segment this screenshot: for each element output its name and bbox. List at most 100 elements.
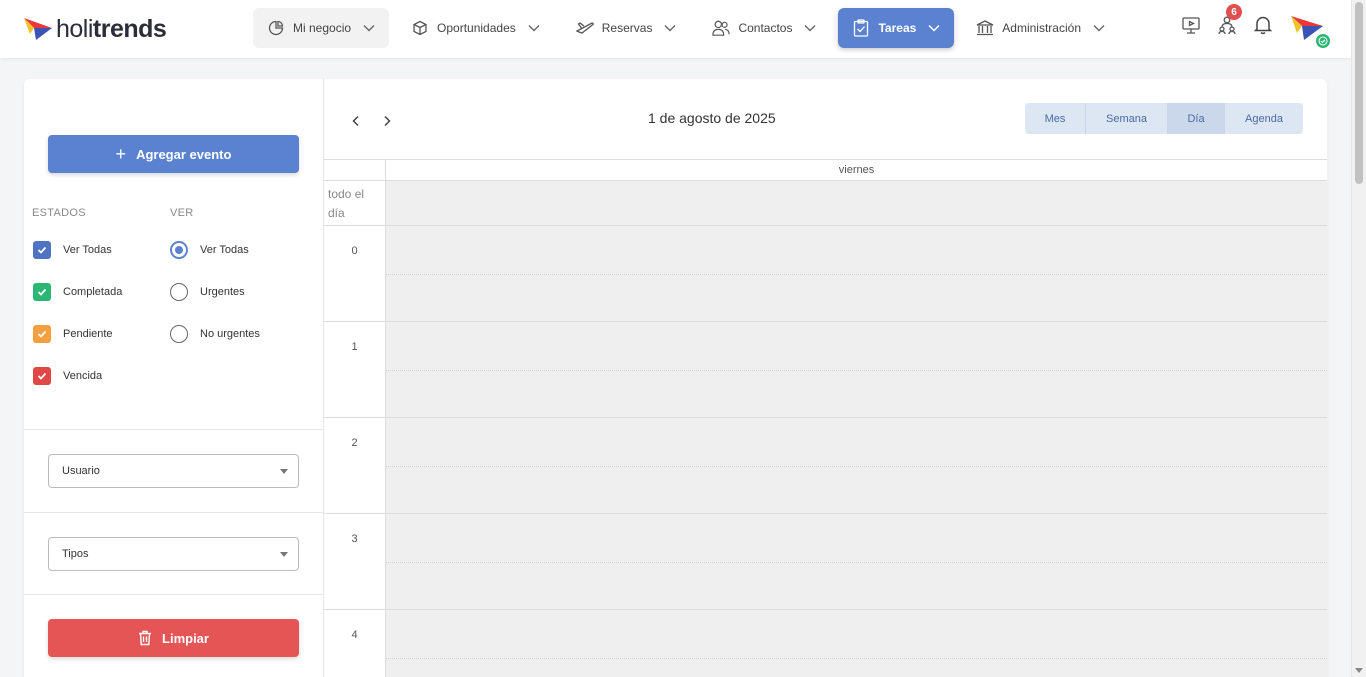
view-day-button[interactable]: Día xyxy=(1168,103,1225,134)
view-label: Urgentes xyxy=(200,286,245,298)
view-title: VER xyxy=(170,207,194,219)
view-option-all[interactable]: Ver Todas xyxy=(170,241,249,259)
radio-icon[interactable] xyxy=(170,283,188,301)
user-select[interactable]: Usuario xyxy=(48,454,299,488)
state-label: Pendiente xyxy=(63,328,113,340)
chevron-down-icon xyxy=(528,25,540,32)
chevron-left-icon xyxy=(352,115,359,127)
nav-label: Oportunidades xyxy=(437,21,516,35)
chevron-down-icon xyxy=(1093,25,1105,32)
nav-oportunidades[interactable]: Oportunidades xyxy=(397,8,554,48)
filter-sidebar: + Agregar evento ESTADOS VER Ver Todas C… xyxy=(24,79,324,677)
state-option-overdue[interactable]: Vencida xyxy=(33,367,102,385)
bell-icon xyxy=(1254,16,1272,35)
view-option-urgent[interactable]: Urgentes xyxy=(170,283,245,301)
online-status-icon xyxy=(1314,32,1332,50)
holitrends-logo[interactable]: holitrends xyxy=(24,14,167,44)
add-event-label: Agregar evento xyxy=(136,146,232,162)
view-agenda-button[interactable]: Agenda xyxy=(1225,103,1303,134)
radio-selected-icon[interactable] xyxy=(170,241,188,259)
team-notifications-button[interactable]: 6 xyxy=(1216,4,1242,36)
radio-icon[interactable] xyxy=(170,325,188,343)
checkbox-checked-icon[interactable] xyxy=(33,325,51,343)
bell-button[interactable] xyxy=(1252,14,1274,36)
page-scrollbar[interactable] xyxy=(1351,0,1366,677)
hour-row: 3 xyxy=(324,514,1327,610)
users-icon xyxy=(712,19,731,37)
state-label: Vencida xyxy=(63,370,103,382)
time-slot[interactable] xyxy=(386,226,1327,321)
state-option-pending[interactable]: Pendiente xyxy=(33,325,113,343)
calendar-date-title: 1 de agosto de 2025 xyxy=(648,110,776,126)
all-day-row: todo el día xyxy=(324,181,1327,226)
nav-label: Tareas xyxy=(878,21,917,35)
calendar-view: 1 de agosto de 2025 Mes Semana Día Agend… xyxy=(324,79,1327,677)
nav-label: Contactos xyxy=(738,21,793,35)
state-label: Completada xyxy=(63,286,123,298)
hour-label: 4 xyxy=(324,610,386,677)
time-slot[interactable] xyxy=(386,610,1327,677)
hour-label: 1 xyxy=(324,322,386,417)
types-select[interactable]: Tipos xyxy=(48,537,299,571)
chevron-right-icon xyxy=(384,115,391,127)
states-title: ESTADOS xyxy=(32,207,86,219)
time-slot[interactable] xyxy=(386,322,1327,417)
state-label: Ver Todas xyxy=(63,244,112,256)
nav-administracion[interactable]: Administración xyxy=(962,8,1119,48)
time-slot[interactable] xyxy=(386,418,1327,513)
hour-row: 2 xyxy=(324,418,1327,514)
day-grid: viernes todo el día 0 1 2 3 4 xyxy=(324,159,1327,677)
chevron-down-icon xyxy=(804,25,816,32)
hour-row: 0 xyxy=(324,226,1327,322)
day-header-row: viernes xyxy=(324,159,1327,181)
hour-label: 0 xyxy=(324,226,386,321)
user-select-value: Usuario xyxy=(62,465,100,477)
state-option-all[interactable]: Ver Todas xyxy=(33,241,112,259)
all-day-slot[interactable] xyxy=(386,181,1327,225)
nav-reservas[interactable]: Reservas xyxy=(562,8,691,48)
view-option-not-urgent[interactable]: No urgentes xyxy=(170,325,260,343)
box-icon xyxy=(411,19,429,37)
chevron-down-icon xyxy=(928,25,940,32)
scroll-down-arrow-icon[interactable] xyxy=(1355,668,1363,673)
trash-icon xyxy=(138,630,152,646)
main-nav: Mi negocio Oportunidades Reservas Contac… xyxy=(253,8,1127,48)
day-header: viernes xyxy=(838,164,875,176)
nav-tareas[interactable]: Tareas xyxy=(838,8,955,48)
scrollbar-thumb[interactable] xyxy=(1355,2,1363,184)
plus-icon: + xyxy=(115,144,127,164)
plane-icon xyxy=(575,19,594,37)
nav-contactos[interactable]: Contactos xyxy=(698,8,830,48)
checkbox-checked-icon[interactable] xyxy=(33,283,51,301)
nav-label: Mi negocio xyxy=(293,21,352,35)
presentation-button[interactable] xyxy=(1180,14,1202,36)
nav-mi-negocio[interactable]: Mi negocio xyxy=(253,8,390,48)
add-event-button[interactable]: + Agregar evento xyxy=(48,135,299,173)
state-option-completed[interactable]: Completada xyxy=(33,283,122,301)
divider xyxy=(24,429,323,430)
view-month-button[interactable]: Mes xyxy=(1025,103,1086,134)
types-select-value: Tipos xyxy=(62,548,89,560)
view-week-button[interactable]: Semana xyxy=(1086,103,1168,134)
prev-button[interactable] xyxy=(344,109,368,133)
clear-filters-button[interactable]: Limpiar xyxy=(48,619,299,657)
chevron-down-icon xyxy=(664,25,676,32)
pie-chart-icon xyxy=(267,19,285,37)
user-avatar[interactable] xyxy=(1290,12,1332,52)
view-label: Ver Todas xyxy=(200,244,249,256)
nav-label: Reservas xyxy=(601,21,653,35)
notification-badge: 6 xyxy=(1226,4,1242,20)
time-slot[interactable] xyxy=(386,514,1327,609)
hour-row: 4 xyxy=(324,610,1327,677)
logo-text-bold: trends xyxy=(92,14,167,43)
next-button[interactable] xyxy=(375,109,399,133)
divider xyxy=(24,594,323,595)
view-switcher: Mes Semana Día Agenda xyxy=(1025,103,1303,134)
checkbox-checked-icon[interactable] xyxy=(33,367,51,385)
clear-label: Limpiar xyxy=(162,630,209,646)
checkbox-checked-icon[interactable] xyxy=(33,241,51,259)
caret-down-icon xyxy=(280,469,288,474)
header-actions: 6 xyxy=(1180,4,1288,36)
clipboard-check-icon xyxy=(852,19,870,37)
hour-row: 1 xyxy=(324,322,1327,418)
